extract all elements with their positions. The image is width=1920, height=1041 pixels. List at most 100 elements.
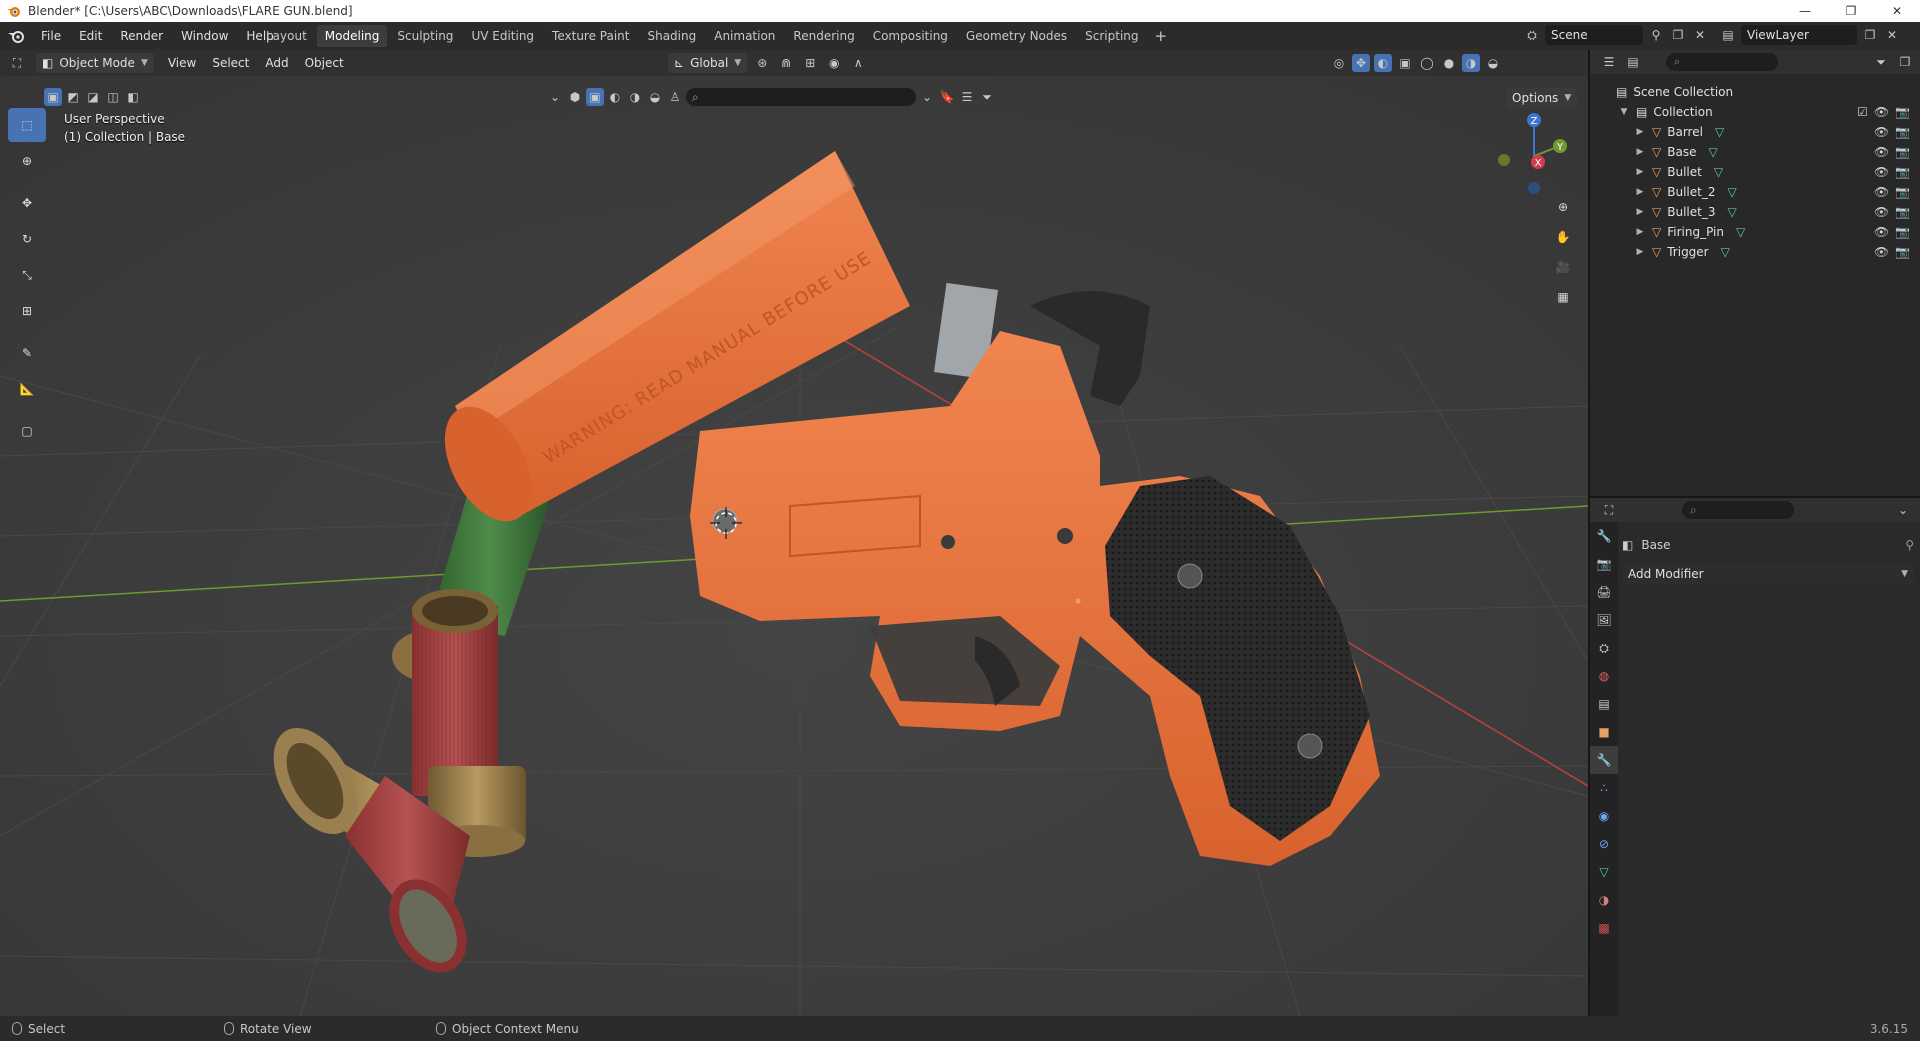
expand-arrow-icon[interactable]: ▶ — [1634, 247, 1646, 257]
bookmark-icon[interactable]: 🔖 — [938, 88, 956, 106]
outliner-search-input[interactable]: ⌕ — [1666, 53, 1778, 71]
eye-icon[interactable]: 👁 — [1874, 125, 1889, 139]
blender-menu-icon[interactable] — [0, 28, 32, 44]
chevron-down-icon[interactable]: ⌄ — [546, 88, 564, 106]
pin-icon[interactable]: ⚲ — [1905, 538, 1914, 552]
wireframe-shading-icon[interactable]: ◯ — [1418, 54, 1436, 72]
select-extend-icon[interactable]: ◩ — [64, 88, 82, 106]
material-tab-icon[interactable]: ◑ — [1590, 886, 1618, 914]
tab-texture-paint[interactable]: Texture Paint — [544, 25, 637, 47]
xray-icon[interactable]: ▣ — [1396, 54, 1414, 72]
overlays-icon[interactable]: ◐ — [1374, 54, 1392, 72]
menu-edit[interactable]: Edit — [70, 22, 111, 50]
chevron-down-icon[interactable]: ⌄ — [1894, 501, 1912, 519]
properties-search-input[interactable]: ⌕ — [1682, 501, 1794, 519]
scene-name-field[interactable]: Scene — [1545, 25, 1643, 45]
output-tab-icon[interactable]: 🖨 — [1590, 578, 1618, 606]
rendered-shading-icon[interactable]: ◒ — [1484, 54, 1502, 72]
camera-icon[interactable]: 📷 — [1895, 145, 1910, 159]
select-subtract-icon[interactable]: ◪ — [84, 88, 102, 106]
mesh-data-icon[interactable]: ▽ — [1708, 145, 1717, 159]
expand-arrow-icon[interactable]: ▶ — [1634, 147, 1646, 157]
outliner-collection[interactable]: ▼ ▤ Collection ☑ 👁 📷 — [1590, 102, 1920, 122]
visibility-icon[interactable]: ◎ — [1330, 54, 1348, 72]
pivot-point-icon[interactable]: ⊛ — [753, 54, 771, 72]
empty-filter-icon[interactable]: ◒ — [646, 88, 664, 106]
snap-target-icon[interactable]: ⊞ — [801, 54, 819, 72]
outliner-object-row[interactable]: ▶ ▽ Bullet_3 ▽ 👁 📷 — [1590, 202, 1920, 222]
eye-icon[interactable]: 👁 — [1874, 245, 1889, 259]
light-filter-icon[interactable]: ◐ — [606, 88, 624, 106]
tab-compositing[interactable]: Compositing — [865, 25, 956, 47]
navigation-gizmo[interactable]: Z Y X — [1488, 108, 1568, 198]
pan-hand-icon[interactable]: ✋ — [1550, 224, 1576, 250]
eye-icon[interactable]: 👁 — [1874, 165, 1889, 179]
camera-icon[interactable]: 📷 — [1895, 105, 1910, 119]
collapse-arrow-icon[interactable]: ▼ — [1618, 107, 1630, 117]
filter-icon[interactable]: ⏷ — [978, 88, 996, 106]
material-preview-icon[interactable]: ◑ — [1462, 54, 1480, 72]
camera-icon[interactable]: 📷 — [1895, 205, 1910, 219]
expand-arrow-icon[interactable]: ▶ — [1634, 227, 1646, 237]
tab-layout[interactable]: Layout — [258, 25, 315, 47]
outliner-object-row[interactable]: ▶ ▽ Barrel ▽ 👁 📷 — [1590, 122, 1920, 142]
data-tab-icon[interactable]: ▽ — [1590, 858, 1618, 886]
sort-icon[interactable]: ☰ — [958, 88, 976, 106]
outliner-editor-icon[interactable]: ☰ — [1600, 53, 1618, 71]
select-new-icon[interactable]: ▣ — [44, 88, 62, 106]
rotate-tool-icon[interactable]: ↻ — [8, 222, 46, 256]
camera-view-icon[interactable]: 🎥 — [1550, 254, 1576, 280]
proportional-editing-icon[interactable]: ◉ — [825, 54, 843, 72]
3d-viewport[interactable]: WARNING: READ MANUAL BEFORE USE User Per… — [0, 76, 1588, 1016]
perspective-toggle-icon[interactable]: ▦ — [1550, 284, 1576, 310]
delete-view-layer-icon[interactable]: ✕ — [1883, 26, 1901, 44]
outliner-object-row[interactable]: ▶ ▽ Trigger ▽ 👁 📷 — [1590, 242, 1920, 262]
properties-editor-icon[interactable]: ⛶ — [1600, 501, 1618, 519]
viewport-search-input[interactable]: ⌕ — [686, 88, 916, 106]
camera-filter-icon[interactable]: ◑ — [626, 88, 644, 106]
delete-scene-icon[interactable]: ✕ — [1691, 26, 1709, 44]
outliner-scene-collection[interactable]: ▤ Scene Collection — [1590, 82, 1920, 102]
add-workspace-button[interactable]: + — [1149, 27, 1174, 45]
eye-icon[interactable]: 👁 — [1874, 225, 1889, 239]
falloff-icon[interactable]: ∧ — [849, 54, 867, 72]
scene-icon[interactable]: ⛭ — [1523, 26, 1541, 44]
tab-sculpting[interactable]: Sculpting — [389, 25, 461, 47]
transform-tool-icon[interactable]: ⊞ — [8, 294, 46, 328]
expand-arrow-icon[interactable]: ▶ — [1634, 127, 1646, 137]
modifier-tab-icon[interactable]: 🔧 — [1590, 746, 1618, 774]
camera-icon[interactable]: 📷 — [1895, 245, 1910, 259]
world-tab-icon[interactable]: ◍ — [1590, 662, 1618, 690]
close-window-button[interactable]: ✕ — [1874, 0, 1920, 22]
camera-icon[interactable]: 📷 — [1895, 125, 1910, 139]
menu-select[interactable]: Select — [204, 52, 257, 74]
minimize-button[interactable]: — — [1782, 0, 1828, 22]
other-filter-icon[interactable]: ♙ — [666, 88, 684, 106]
menu-view[interactable]: View — [160, 52, 204, 74]
measure-tool-icon[interactable]: 📐 — [8, 372, 46, 406]
expand-arrow-icon[interactable]: ▶ — [1634, 187, 1646, 197]
select-intersect-icon[interactable]: ◧ — [124, 88, 142, 106]
tool-tab-icon[interactable]: 🔧 — [1590, 522, 1618, 550]
expand-arrow-icon[interactable]: ▶ — [1634, 167, 1646, 177]
maximize-button[interactable]: ❐ — [1828, 0, 1874, 22]
menu-render[interactable]: Render — [111, 22, 172, 50]
new-scene-icon[interactable]: ❐ — [1669, 26, 1687, 44]
mesh-data-icon[interactable]: ▽ — [1727, 185, 1736, 199]
display-mode-icon[interactable]: ▤ — [1624, 53, 1642, 71]
tab-geometry-nodes[interactable]: Geometry Nodes — [958, 25, 1075, 47]
outliner-object-row[interactable]: ▶ ▽ Bullet_2 ▽ 👁 📷 — [1590, 182, 1920, 202]
mesh-data-icon[interactable]: ▽ — [1721, 245, 1730, 259]
texture-tab-icon[interactable]: ▩ — [1590, 914, 1618, 942]
mesh-data-icon[interactable]: ▽ — [1727, 205, 1736, 219]
outliner-object-row[interactable]: ▶ ▽ Firing_Pin ▽ 👁 📷 — [1590, 222, 1920, 242]
select-box-tool-icon[interactable]: ⬚ — [8, 108, 46, 142]
particles-tab-icon[interactable]: ∴ — [1590, 774, 1618, 802]
chevron-down-icon[interactable]: ⌄ — [918, 88, 936, 106]
select-invert-icon[interactable]: ◫ — [104, 88, 122, 106]
eye-icon[interactable]: 👁 — [1874, 205, 1889, 219]
tab-shading[interactable]: Shading — [639, 25, 704, 47]
tab-scripting[interactable]: Scripting — [1077, 25, 1146, 47]
checkbox-icon[interactable]: ☑ — [1857, 105, 1868, 119]
object-tab-icon[interactable]: ■ — [1590, 718, 1618, 746]
